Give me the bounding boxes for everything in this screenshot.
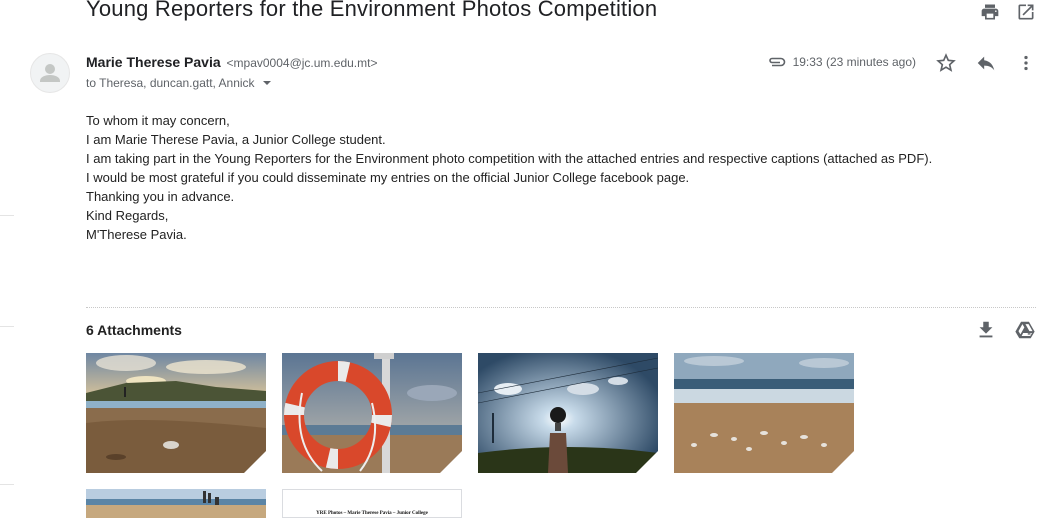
body-line: M'Therese Pavia. [86,227,187,242]
sender-line: Marie Therese Pavia <mpav0004@jc.um.edu.… [86,54,377,70]
chevron-down-icon[interactable] [262,77,272,91]
lightbulb-sky-photo [478,353,658,473]
body-line: To whom it may concern, [86,113,230,128]
sender-email: <mpav0004@jc.um.edu.mt> [226,56,378,70]
beach-people-photo [86,489,266,518]
reply-icon[interactable] [975,52,997,74]
pdf-header-text: YRE Photos – Marie Therese Pavia – Junio… [316,511,428,516]
sidebar-divider [0,326,14,327]
sidebar-divider [0,484,14,485]
pdf-attachment-thumbnail[interactable]: YRE Photos – Marie Therese Pavia – Junio… [282,489,462,518]
attachment-thumbnail[interactable] [282,353,462,473]
attachments-title: 6 Attachments [86,322,182,338]
message-time-row: 19:33 (23 minutes ago) [767,55,916,69]
beach-hills-photo [86,353,266,473]
body-line: I am Marie Therese Pavia, a Junior Colle… [86,132,386,147]
life-ring-photo [282,353,462,473]
body-line: Kind Regards, [86,208,169,223]
beach-shells-photo [674,353,854,473]
person-icon [40,64,60,82]
attachment-thumbnail[interactable] [478,353,658,473]
message-time: 19:33 (23 minutes ago) [792,55,916,69]
sender-avatar[interactable] [30,53,70,93]
attachment-thumbnail[interactable] [86,353,266,473]
sidebar-divider [0,215,14,216]
star-icon[interactable] [935,52,957,74]
attachment-thumbnail[interactable] [86,489,266,518]
download-icon[interactable] [975,319,997,341]
email-body: To whom it may concern, I am Marie There… [86,111,932,244]
body-line: I am taking part in the Young Reporters … [86,151,933,166]
body-line: Thanking you in advance. [86,189,235,204]
google-drive-icon[interactable] [1014,319,1036,341]
paperclip-icon [767,56,787,68]
open-in-new-window-icon[interactable] [1016,2,1036,22]
recipients-text: to Theresa, duncan.gatt, Annick [86,76,255,90]
email-subject: Young Reporters for the Environment Phot… [86,0,658,21]
more-vertical-icon[interactable] [1015,52,1037,74]
recipients-line: to Theresa, duncan.gatt, Annick [86,76,272,91]
sender-name[interactable]: Marie Therese Pavia [86,54,221,70]
print-icon[interactable] [980,2,1000,22]
attachments-divider [86,307,1036,308]
body-line: I would be most grateful if you could di… [86,170,690,185]
attachment-thumbnail[interactable] [674,353,854,473]
